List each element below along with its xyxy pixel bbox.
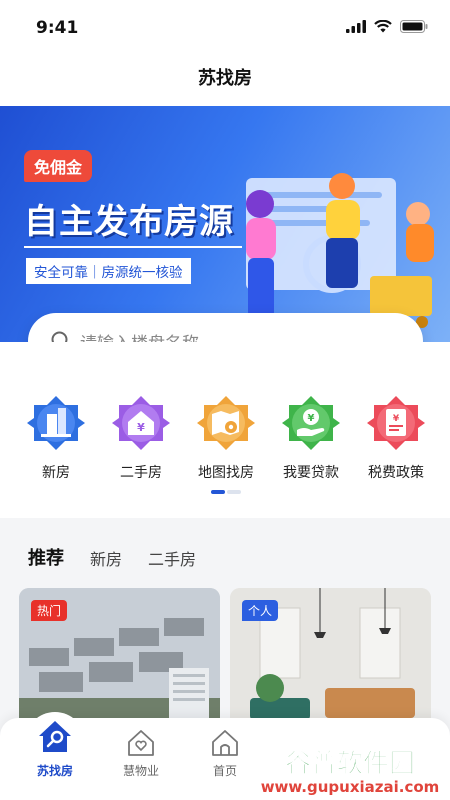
signal-icon [346,20,366,33]
tab-recommend[interactable]: 推荐 [28,544,64,572]
wifi-icon [374,20,392,33]
quick-link-second-hand[interactable]: ¥ 二手房 [101,394,181,482]
house-yen-icon: ¥ [112,396,170,450]
quick-link-label: 地图找房 [198,465,254,481]
banner-badge: 免佣金 [24,150,93,182]
status-bar: 9:41 [0,0,450,56]
listing-card[interactable]: 个人 [230,588,431,738]
tabbar-label: 苏找房 [36,764,73,778]
banner-divider [24,246,242,248]
tab-second-hand[interactable]: 二手房 [148,546,196,570]
feed-tabs: 推荐 新房 二手房 [28,544,196,572]
quick-link-loan[interactable]: ¥ 我要贷款 [271,394,351,482]
quick-links-panel: 新房 ¥ 二手房 地图找房 ¥ 我要贷款 ¥ 税费政策 [0,342,450,518]
svg-text:¥: ¥ [393,414,400,424]
page-indicator [211,490,241,494]
quick-link-label: 二手房 [120,465,162,481]
tabbar-item-home[interactable]: 首页 [190,728,260,779]
building-icon [27,396,85,450]
site-watermark: 谷普软件园 www.gupuxiazai.com [254,742,446,798]
page-dot [227,490,241,494]
tab-new-house[interactable]: 新房 [90,546,122,570]
quick-link-label: 我要贷款 [283,465,339,481]
tabbar-label: 首页 [212,764,237,778]
status-icons [346,20,428,33]
svg-text:¥: ¥ [137,421,145,434]
svg-text:谷普软件园: 谷普软件园 [285,748,415,779]
hand-coin-icon: ¥ [282,396,340,450]
page-dot-active [211,490,225,494]
tabbar-item-property[interactable]: 慧物业 [106,728,176,779]
house-key-icon [39,721,71,752]
nav-bar: 苏找房 [0,56,450,106]
svg-text:www.gupuxiazai.com: www.gupuxiazai.com [261,778,440,796]
quick-link-tax-policy[interactable]: ¥ 税费政策 [356,394,436,482]
quick-links: 新房 ¥ 二手房 地图找房 ¥ 我要贷款 ¥ 税费政策 [16,394,436,482]
quick-link-new-house[interactable]: 新房 [16,394,96,482]
quick-link-map-search[interactable]: 地图找房 [186,394,266,482]
promo-banner[interactable]: 免佣金 自主发布房源 安全可靠｜房源统一核验 [0,106,450,342]
quick-link-label: 税费政策 [368,465,424,481]
map-pin-icon [197,396,255,450]
home-icon [212,730,238,756]
tabbar-label: 慧物业 [122,764,159,778]
page-title: 苏找房 [198,68,252,89]
status-time: 9:41 [36,18,79,38]
card-tag: 个人 [242,600,279,621]
tabbar-item-suzhaofang[interactable]: 苏找房 [20,712,90,779]
card-tag: 热门 [31,600,68,621]
banner-title: 自主发布房源 [24,202,234,242]
house-heart-icon [128,730,154,756]
svg-text:¥: ¥ [308,413,315,424]
banner-subtitle: 安全可靠｜房源统一核验 [26,258,191,284]
quick-link-label: 新房 [42,465,70,481]
tax-document-icon: ¥ [367,396,425,450]
tab-active-bubble [25,712,85,760]
battery-icon [400,20,428,33]
